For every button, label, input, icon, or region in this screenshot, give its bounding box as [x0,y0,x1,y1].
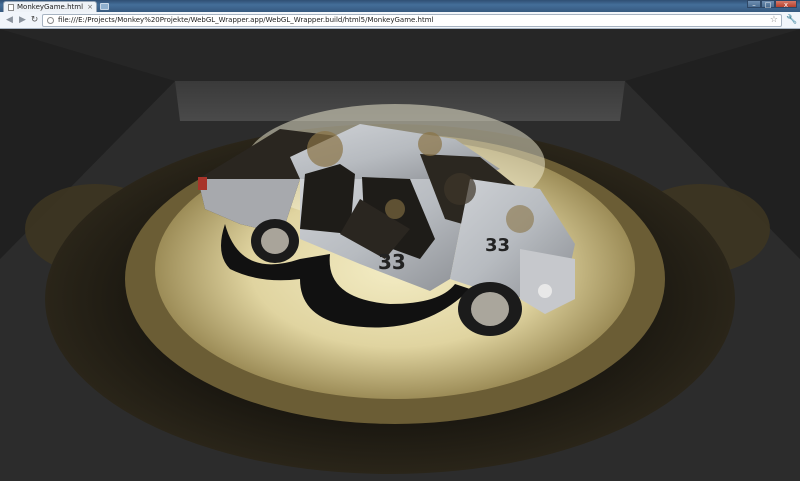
front-rim [471,292,509,326]
page-icon [8,4,14,11]
bookmark-star-icon[interactable]: ☆ [770,15,778,26]
tab-strip: MonkeyGame.html × – □ x [0,0,800,12]
door-number: 33 [378,250,406,274]
address-bar[interactable]: file:///E:/Projects/Monkey%20Projekte/We… [42,14,782,27]
tail-light [198,177,207,190]
tab-monkeygame[interactable]: MonkeyGame.html × [3,1,97,12]
tab-close-button[interactable]: × [87,2,93,12]
webgl-canvas[interactable]: 33 33 [0,29,800,481]
hood-number: 33 [485,235,510,256]
back-arrow-icon[interactable]: ◀ [4,15,15,26]
browser-toolbar: ◀ ▶ ↻ file:///E:/Projects/Monkey%20Proje… [0,12,800,29]
tab-title: MonkeyGame.html [17,3,84,11]
close-window-button[interactable]: x [775,0,797,9]
forward-arrow-icon[interactable]: ▶ [17,15,28,26]
browser-chrome: MonkeyGame.html × – □ x ◀ ▶ ↻ file:///E:… [0,0,800,29]
maximize-button[interactable]: □ [761,0,775,9]
rear-rim [261,228,289,254]
new-tab-button[interactable] [100,3,109,10]
reload-icon[interactable]: ↻ [29,15,40,26]
url-text[interactable]: file:///E:/Projects/Monkey%20Projekte/We… [58,15,434,26]
wrench-menu-icon[interactable]: 🔧 [786,15,797,26]
minimize-button[interactable]: – [747,0,761,9]
scene-svg: 33 33 [0,29,800,481]
page-info-icon[interactable] [47,17,54,24]
headlight [538,284,552,298]
window-controls: – □ x [747,0,797,9]
